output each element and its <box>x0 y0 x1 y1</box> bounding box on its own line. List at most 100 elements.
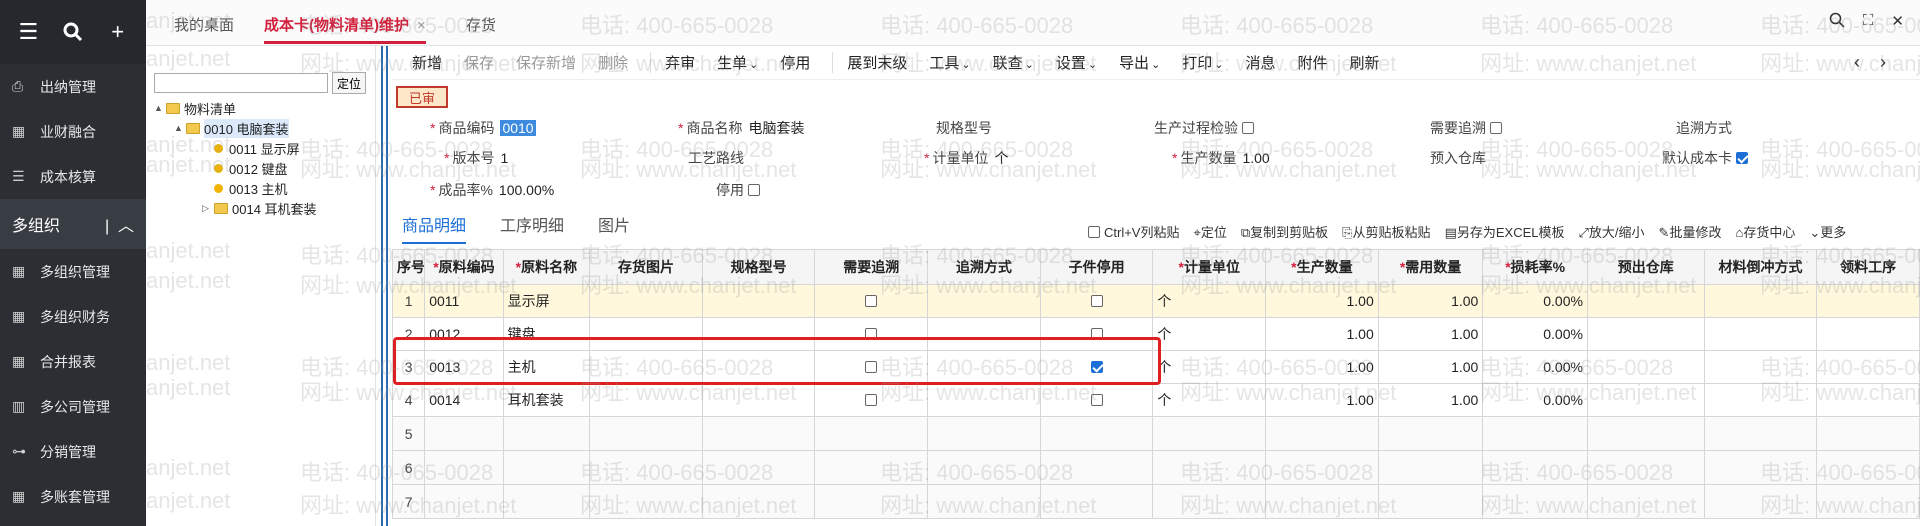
plus-icon[interactable]: + <box>103 17 133 47</box>
more-tool[interactable]: ⌄更多 <box>1809 222 1846 241</box>
sidebar-item-items_b-0[interactable]: ▦ 多组织管理 <box>0 249 146 294</box>
empty-cell[interactable] <box>701 450 816 485</box>
unit-field[interactable]: * 计量单位个 <box>924 148 1008 168</box>
backflush-cell[interactable] <box>1703 383 1818 417</box>
empty-cell[interactable] <box>1265 484 1379 519</box>
tree-node-root[interactable]: ▲ 物料清单 <box>154 98 375 118</box>
paste-clipboard-tool[interactable]: ⎘从剪贴板粘贴 <box>1342 222 1430 241</box>
empty-cell[interactable] <box>424 484 504 519</box>
batch-edit-tool[interactable]: ✎批量修改 <box>1659 222 1722 241</box>
sidebar-item-items_a-2[interactable]: ☰ 成本核算 <box>0 154 146 199</box>
column-header[interactable]: *损耗率% <box>1482 249 1588 285</box>
tree-node-0012[interactable]: 0012 键盘 <box>154 158 375 178</box>
backflush-cell[interactable] <box>1703 284 1818 318</box>
required-qty-cell[interactable]: 1.00 <box>1377 383 1484 417</box>
unit-cell[interactable]: 个 <box>1152 317 1267 351</box>
toolbar-button-7[interactable]: 展到末级 <box>832 52 907 73</box>
column-header[interactable]: 规格型号 <box>701 249 816 285</box>
column-header[interactable]: *计量单位 <box>1152 249 1267 285</box>
panel-splitter[interactable] <box>377 46 391 526</box>
trace-check[interactable] <box>1490 122 1502 134</box>
product-name-field[interactable]: * 商品名称 电脑套装 <box>678 118 804 138</box>
default-cost-card-checkbox[interactable]: 默认成本卡 <box>1662 148 1748 168</box>
toolbar-button-11[interactable]: 导出 ⌄ <box>1119 52 1160 73</box>
column-header[interactable]: 预出仓库 <box>1586 249 1705 285</box>
component-stop-cell[interactable] <box>1039 383 1154 417</box>
tab-inventory[interactable]: 存货 <box>466 14 496 35</box>
column-header[interactable]: 材料倒冲方式 <box>1703 249 1818 285</box>
empty-cell[interactable] <box>927 416 1041 451</box>
column-header[interactable]: 序号 <box>391 249 426 285</box>
tab-cost-card[interactable]: 成本卡(物料清单)维护 × <box>264 14 426 44</box>
empty-cell[interactable] <box>1377 484 1484 519</box>
sidebar-item-items_b-1[interactable]: ▦ 多组织财务 <box>0 294 146 339</box>
table-row[interactable]: 5 <box>391 416 1920 451</box>
empty-cell[interactable] <box>1586 450 1705 485</box>
empty-cell[interactable] <box>1039 484 1154 519</box>
component-stop-cell[interactable] <box>1039 350 1154 384</box>
empty-cell[interactable] <box>1265 416 1379 451</box>
empty-cell[interactable] <box>1586 416 1705 451</box>
route-field[interactable]: 工艺路线 <box>688 148 744 168</box>
empty-cell[interactable] <box>1152 484 1267 519</box>
trace-checkbox[interactable] <box>865 394 878 406</box>
search-icon[interactable] <box>1829 12 1845 32</box>
table-row[interactable]: 3 0013 主机个 1.00 1.00 0.00% <box>391 350 1920 384</box>
qc-check[interactable] <box>1242 122 1254 134</box>
tree-node-0013[interactable]: 0013 主机 <box>154 178 375 198</box>
empty-cell[interactable] <box>1703 450 1818 485</box>
empty-cell[interactable] <box>589 416 703 451</box>
spec-field[interactable]: 规格型号 <box>936 118 992 138</box>
toolbar-button-9[interactable]: 联查 ⌄ <box>993 52 1034 73</box>
sidebar-item-items_b-3[interactable]: ▥ 多公司管理 <box>0 384 146 429</box>
inventory-center-tool[interactable]: ⌂存货中心 <box>1735 222 1795 241</box>
inventory-image-cell[interactable] <box>589 383 703 417</box>
spec-cell[interactable] <box>701 284 816 318</box>
empty-cell[interactable] <box>1816 484 1920 519</box>
locate-button[interactable]: 定位 <box>332 72 367 94</box>
column-header[interactable]: 子件停用 <box>1039 249 1154 285</box>
column-header[interactable]: 追溯方式 <box>927 249 1041 285</box>
empty-cell[interactable] <box>1377 416 1484 451</box>
disabled-check[interactable] <box>748 184 760 196</box>
loss-rate-cell[interactable]: 0.00% <box>1482 317 1588 351</box>
toolbar-button-13[interactable]: 消息 <box>1246 52 1276 73</box>
empty-cell[interactable] <box>814 416 929 451</box>
pick-process-cell[interactable] <box>1816 317 1920 351</box>
empty-cell[interactable] <box>1377 450 1484 485</box>
unit-cell[interactable]: 个 <box>1152 383 1267 417</box>
column-paste-tool[interactable]: Ctrl+V列粘贴 <box>1088 222 1179 241</box>
backflush-cell[interactable] <box>1703 317 1818 351</box>
material-code-cell[interactable]: 0011 <box>424 284 504 318</box>
loss-rate-cell[interactable]: 0.00% <box>1482 350 1588 384</box>
warehouse-field[interactable]: 预入仓库 <box>1430 148 1486 168</box>
toolbar-button-8[interactable]: 工具 ⌄ <box>929 52 970 73</box>
empty-cell[interactable] <box>1586 484 1705 519</box>
component-stop-checkbox[interactable] <box>1090 394 1103 406</box>
production-qty-field[interactable]: * 生产数量 1.00 <box>1172 148 1270 168</box>
out-warehouse-cell[interactable] <box>1586 317 1705 351</box>
toolbar-button-3[interactable]: 删除 <box>598 52 628 73</box>
sidebar-group-multi-org[interactable]: 多组织 | ︿ <box>0 199 146 249</box>
component-stop-cell[interactable] <box>1039 284 1154 318</box>
chevron-up-icon[interactable]: | ︿ <box>105 212 134 236</box>
component-stop-checkbox[interactable] <box>1090 328 1103 340</box>
default-card-check[interactable] <box>1736 152 1748 164</box>
close-icon[interactable]: × <box>417 17 426 34</box>
tab-product-detail[interactable]: 商品明细 <box>402 212 467 244</box>
production-qty-cell[interactable]: 1.00 <box>1265 350 1379 384</box>
material-name-cell[interactable]: 耳机套装 <box>502 383 591 417</box>
column-header[interactable]: 存货图片 <box>589 249 703 285</box>
column-header[interactable]: *需用数量 <box>1377 249 1484 285</box>
copy-clipboard-tool[interactable]: ⧉复制到剪贴板 <box>1241 222 1328 241</box>
zoom-tool[interactable]: ⤢放大/缩小 <box>1579 222 1645 241</box>
chevron-left-icon[interactable]: ‹ <box>1854 52 1860 73</box>
tree-node-0011[interactable]: 0011 显示屏 <box>154 138 375 158</box>
inventory-image-cell[interactable] <box>589 350 703 384</box>
trace-method-field[interactable]: 追溯方式 <box>1676 118 1732 138</box>
empty-cell[interactable] <box>1152 450 1267 485</box>
empty-cell[interactable] <box>814 450 929 485</box>
inventory-image-cell[interactable] <box>589 317 703 351</box>
column-header[interactable]: *原料编码 <box>424 249 504 285</box>
material-name-cell[interactable]: 主机 <box>502 350 591 384</box>
